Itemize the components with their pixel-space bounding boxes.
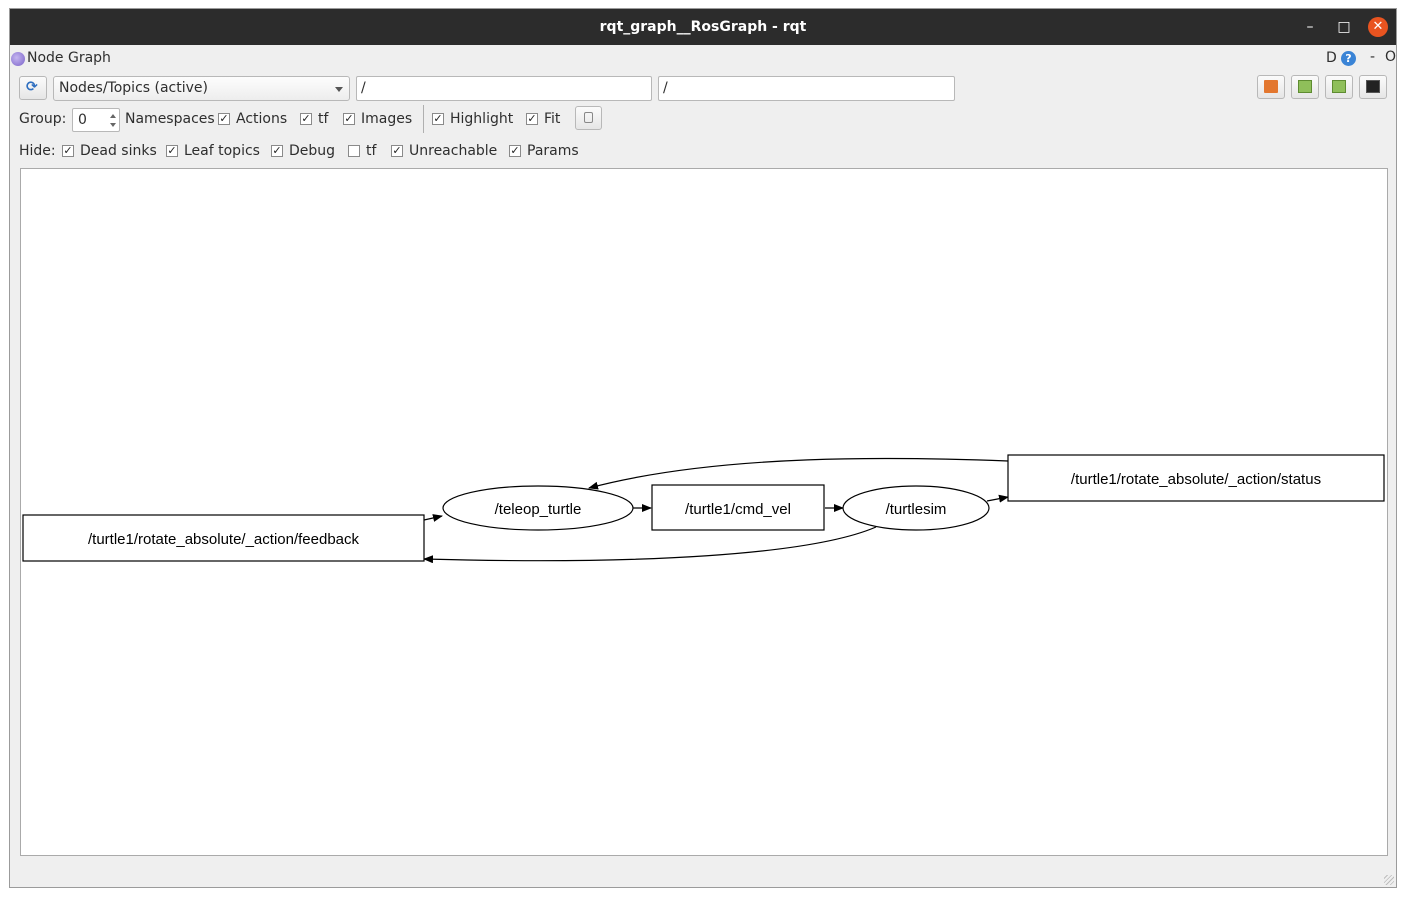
edge-feedback-teleop [423,514,443,522]
ros-graph: /turtle1/rotate_absolute/_action/feedbac… [22,454,1385,564]
debug-checkbox[interactable]: ✓ [271,145,283,157]
topic-node-feedback[interactable]: /turtle1/rotate_absolute/_action/feedbac… [22,514,425,562]
topic-label: /turtle1/cmd_vel [685,501,791,518]
node-teleop-turtle[interactable]: /teleop_turtle [442,485,634,531]
images-label: Images [361,111,413,127]
tf-checkbox[interactable]: ✓ [300,113,312,125]
plugin-title-bar: Node Graph D ? - O [10,49,1396,69]
refresh-button[interactable]: ⟳ [19,76,47,100]
topic-label: /turtle1/rotate_absolute/_action/feedbac… [88,531,360,548]
dead-sinks-checkbox[interactable]: ✓ [62,145,74,157]
dock-close-button[interactable]: O [1385,49,1396,65]
save-dot-icon [1298,80,1312,93]
save-dot-button[interactable] [1291,75,1319,99]
images-checkbox[interactable]: ✓ [343,113,355,125]
fit-label: Fit [544,111,561,127]
screenshot-button[interactable] [1359,75,1387,99]
screenshot-icon [1366,80,1380,93]
group-value: 0 [78,112,87,128]
params-label: Params [527,143,579,159]
graph-mode-select[interactable]: Nodes/Topics (active) [53,76,350,101]
open-file-icon [1264,80,1278,93]
group-label: Group: [19,111,67,127]
minimize-button[interactable]: – [1300,17,1320,37]
hide-tf-checkbox[interactable] [348,145,360,157]
highlight-checkbox[interactable]: ✓ [432,113,444,125]
resize-grip[interactable] [1384,875,1394,885]
node-label: /teleop_turtle [495,501,582,518]
topic-label: /turtle1/rotate_absolute/_action/status [1071,471,1321,488]
edge-turtlesim-feedback [423,526,877,564]
dock-d-button[interactable]: D [1326,50,1337,66]
actions-label: Actions [236,111,288,127]
node-turtlesim[interactable]: /turtlesim [842,485,990,531]
refresh-icon: ⟳ [26,79,38,95]
hide-tf-label: tf [366,143,377,159]
graph-canvas[interactable]: /turtle1/rotate_absolute/_action/feedbac… [20,168,1388,856]
close-button[interactable]: ✕ [1368,17,1388,37]
fit-view-icon [584,112,593,123]
group-spinbox[interactable]: 0 [72,108,120,132]
save-image-button[interactable] [1325,75,1353,99]
rqt-window: rqt_graph__RosGraph - rqt – □ ✕ Node Gra… [9,8,1397,888]
load-dot-button[interactable] [1257,75,1285,99]
fit-in-view-button[interactable] [575,106,602,130]
namespace-filter-input[interactable]: / [356,76,652,101]
unreachable-checkbox[interactable]: ✓ [391,145,403,157]
plugin-title: Node Graph [27,50,111,66]
help-icon[interactable]: ? [1341,51,1356,66]
chevron-down-icon [335,87,343,92]
edge-status-teleop [588,457,1009,490]
actions-checkbox[interactable]: ✓ [218,113,230,125]
topic-node-cmd-vel[interactable]: /turtle1/cmd_vel [651,484,825,531]
rqt-plugin-icon [11,52,25,66]
window-title: rqt_graph__RosGraph - rqt [599,19,807,35]
debug-label: Debug [289,143,336,159]
namespaces-label: Namespaces [125,111,215,127]
node-label: /turtlesim [886,501,947,518]
leaf-topics-checkbox[interactable]: ✓ [166,145,178,157]
highlight-label: Highlight [450,111,514,127]
graph-mode-value: Nodes/Topics (active) [59,80,208,96]
tf-label: tf [318,111,329,127]
hide-label: Hide: [19,143,56,159]
save-image-icon [1332,80,1346,93]
title-bar[interactable]: rqt_graph__RosGraph - rqt – □ ✕ [10,9,1396,45]
params-checkbox[interactable]: ✓ [509,145,521,157]
dock-minimize-button[interactable]: - [1370,49,1375,65]
separator [423,105,424,133]
leaf-topics-label: Leaf topics [184,143,260,159]
topic-filter-input[interactable]: / [658,76,955,101]
spin-up-icon[interactable] [110,114,116,118]
maximize-button[interactable]: □ [1334,17,1354,37]
edge-turtlesim-status [986,494,1009,503]
topic-node-status[interactable]: /turtle1/rotate_absolute/_action/status [1007,454,1385,502]
fit-checkbox[interactable]: ✓ [526,113,538,125]
spin-down-icon [110,123,116,127]
unreachable-label: Unreachable [409,143,498,159]
dead-sinks-label: Dead sinks [80,143,157,159]
